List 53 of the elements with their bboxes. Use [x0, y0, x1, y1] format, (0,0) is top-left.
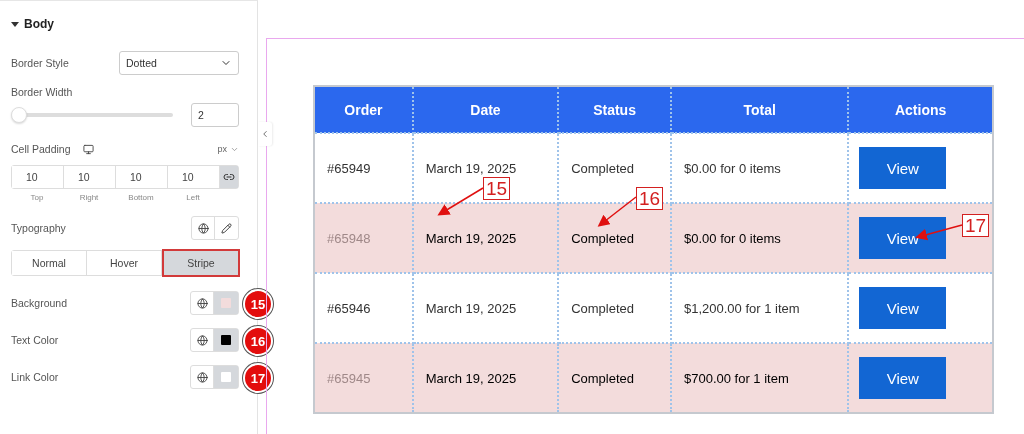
collapse-handle[interactable] [258, 122, 272, 146]
annotation-arrow [437, 187, 484, 216]
globe-icon [196, 297, 208, 309]
state-tab[interactable]: Stripe [162, 249, 240, 277]
caret-icon[interactable] [11, 21, 19, 27]
callout-label: 17 [962, 214, 990, 237]
input-caption: Right [78, 193, 100, 202]
pencil-icon[interactable] [221, 222, 232, 234]
padding-input[interactable]: 10 [12, 166, 64, 188]
link-icon [223, 171, 235, 183]
color-control[interactable] [190, 328, 239, 352]
field-label: Background [11, 297, 68, 309]
input-caption: Left [185, 193, 201, 202]
section-title[interactable]: Body [24, 17, 54, 31]
color-swatch[interactable] [221, 298, 231, 308]
field-label: Border Style [11, 57, 69, 69]
step-badge: 17 [243, 363, 273, 393]
field-label: Typography [11, 222, 66, 234]
column-header: Actions [848, 86, 993, 133]
input-caption: Bottom [127, 193, 155, 202]
view-button[interactable]: View [859, 357, 947, 399]
field-label: Cell Padding [11, 143, 71, 155]
input-caption: Top [29, 193, 45, 202]
step-badge: 15 [243, 289, 273, 319]
callout-label: 15 [483, 177, 511, 200]
state-tab[interactable]: Normal [12, 251, 87, 275]
color-swatch[interactable] [221, 372, 231, 382]
field-label: Border Width [11, 86, 73, 98]
callout-label: 16 [636, 187, 664, 210]
desktop-icon[interactable] [82, 143, 94, 155]
column-header: Status [558, 86, 671, 133]
column-header: Order [314, 86, 413, 133]
globe-icon[interactable] [197, 222, 209, 234]
field-label: Link Color [11, 371, 59, 383]
field-label: Text Color [11, 334, 59, 346]
color-control[interactable] [190, 291, 239, 315]
color-swatch[interactable] [221, 335, 231, 345]
number-input[interactable]: 2 [191, 103, 239, 127]
globe-icon [196, 334, 208, 346]
view-button[interactable]: View [859, 287, 947, 329]
border-style-select[interactable]: Dotted [119, 51, 239, 75]
slider-thumb[interactable] [11, 107, 27, 123]
unit-select[interactable]: px [217, 144, 227, 154]
globe-icon [196, 371, 208, 383]
column-header: Total [671, 86, 849, 133]
chevron-left-icon [260, 129, 270, 139]
view-button[interactable]: View [859, 217, 947, 259]
color-control[interactable] [190, 365, 239, 389]
column-header: Date [412, 86, 559, 133]
view-button[interactable]: View [859, 147, 947, 189]
annotation-arrow [597, 196, 637, 227]
link-button[interactable] [220, 166, 238, 188]
step-badge: 16 [243, 326, 273, 356]
